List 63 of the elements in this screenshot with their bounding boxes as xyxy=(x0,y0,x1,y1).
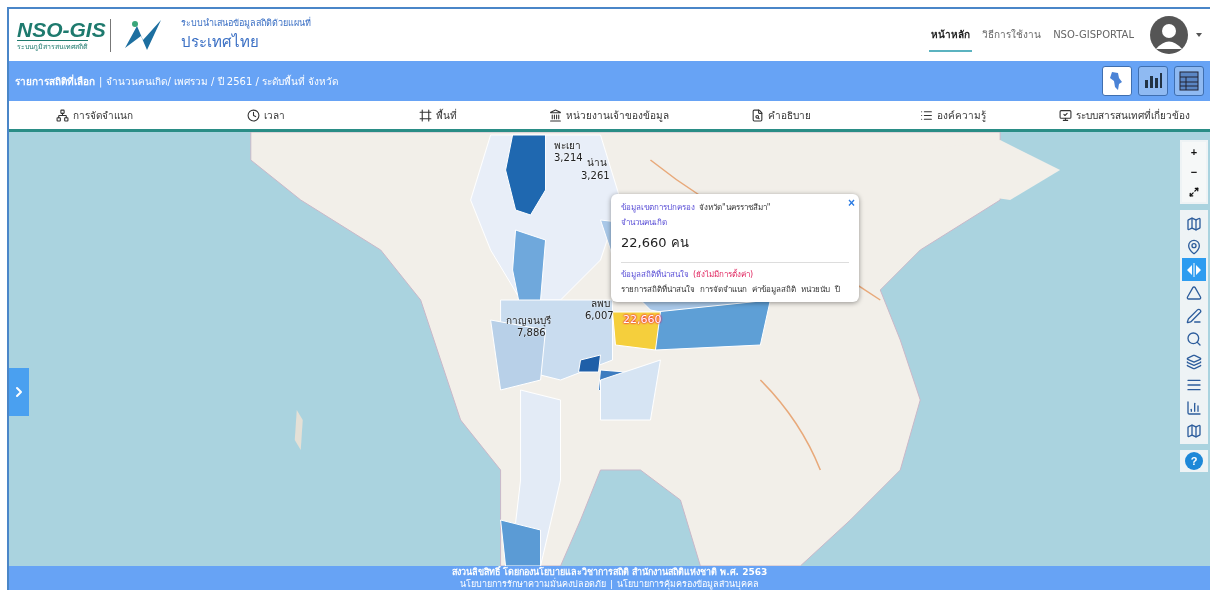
layers-icon xyxy=(1186,353,1202,370)
province-value: 7,886 xyxy=(517,327,546,338)
swoosh-logo-icon xyxy=(122,18,163,52)
caret-icon[interactable] xyxy=(1196,33,1202,37)
map-tool-button[interactable] xyxy=(1182,258,1206,281)
help-button[interactable]: ? xyxy=(1185,452,1203,470)
map-icon xyxy=(1186,215,1202,232)
nav-link[interactable]: NSO-GISPORTAL xyxy=(1051,20,1136,50)
province-value: 6,007 xyxy=(585,310,614,321)
province-name: น่าน xyxy=(587,156,607,170)
section-note: (ยังไม่มีการตั้งค่า) xyxy=(693,268,754,281)
menu-item[interactable]: การจัดจำแนก xyxy=(9,106,181,124)
menu-item[interactable]: ระบบสารสนเทศที่เกี่ยวข้อง xyxy=(1038,106,1210,124)
search-icon xyxy=(1186,330,1202,347)
table-icon xyxy=(1178,70,1200,92)
menu-item[interactable]: พื้นที่ xyxy=(352,106,524,124)
split-arrows-icon xyxy=(1186,262,1202,277)
menu-item[interactable]: หน่วยงานเจ้าของข้อมูล xyxy=(523,106,696,124)
province-name: กาญจนบุรี xyxy=(506,314,551,328)
monitor-icon xyxy=(1058,108,1072,122)
bank-icon xyxy=(549,108,563,122)
menu-item[interactable]: องค์ความรู้ xyxy=(866,106,1039,124)
view-button[interactable] xyxy=(1174,66,1204,96)
popup-heading: ข้อมูลเขตการปกครอง xyxy=(621,202,695,214)
zoom-in-button[interactable]: + xyxy=(1182,142,1206,162)
chart-icon xyxy=(1186,399,1202,416)
country-title: ประเทศไทย xyxy=(180,32,260,53)
user-avatar[interactable] xyxy=(1150,16,1188,54)
province-name: ลพบ xyxy=(591,297,610,311)
menu-item[interactable]: เวลา xyxy=(180,106,353,124)
province-label: จังหวัด"นครราชสีมา" xyxy=(699,202,771,214)
folded-map-icon xyxy=(1186,422,1202,439)
menu-item[interactable]: คำอธิบาย xyxy=(695,106,867,124)
close-button[interactable]: × xyxy=(848,196,855,210)
fullscreen-button[interactable] xyxy=(1182,182,1206,202)
nav-link[interactable]: วิธีการใช้งาน xyxy=(980,18,1044,52)
province-name: พะเยา xyxy=(554,139,581,153)
column-headings: รายการสถิติที่น่าสนใจ การจัดจำแนก ค่าข้อมูลสถิติ หน่วยนับ ปี xyxy=(621,283,842,296)
province-value: 3,261 xyxy=(581,170,610,181)
pin-icon xyxy=(1186,238,1202,255)
selected-stats-label: รายการสถิติที่เลือก xyxy=(15,73,95,89)
expand-icon xyxy=(1189,187,1199,197)
selected-stats-text: จำนวนคนเกิด/ เพศรวม / ปี 2561 / ระดับพื้นที่ จังหวัด xyxy=(106,73,339,89)
copyright-text: สงวนลิขสิทธิ์ โดยกองนโยบายและวิชาการสถิติ สำนักงานสถิติแห่งชาติ พ.ศ. 2563 xyxy=(451,566,768,578)
frame-icon xyxy=(418,108,432,122)
indicator-label: จำนวนคนเกิด xyxy=(621,217,668,229)
hierarchy-icon xyxy=(56,108,70,122)
list-icon xyxy=(919,108,933,122)
link-separator: | xyxy=(609,578,613,590)
nav-link[interactable]: หน้าหลัก xyxy=(929,18,973,52)
document-icon xyxy=(751,108,765,122)
triangle-icon xyxy=(1186,284,1202,301)
logo-text: NSO-GIS xyxy=(17,18,106,40)
view-button[interactable] xyxy=(1138,66,1168,96)
clock-icon xyxy=(247,108,261,122)
indicator-value: 22,660 คน xyxy=(621,234,690,252)
province-value: 3,214 xyxy=(554,152,583,163)
separator: | xyxy=(99,75,103,87)
zoom-out-button[interactable]: − xyxy=(1182,162,1206,182)
section-heading: ข้อมูลสถิติที่น่าสนใจ xyxy=(621,268,689,281)
pen-icon xyxy=(1186,307,1202,324)
view-button[interactable] xyxy=(1102,66,1132,96)
system-subtitle: ระบบนำเสนอข้อมูลสถิติด้วยแผนที่ xyxy=(180,16,311,30)
